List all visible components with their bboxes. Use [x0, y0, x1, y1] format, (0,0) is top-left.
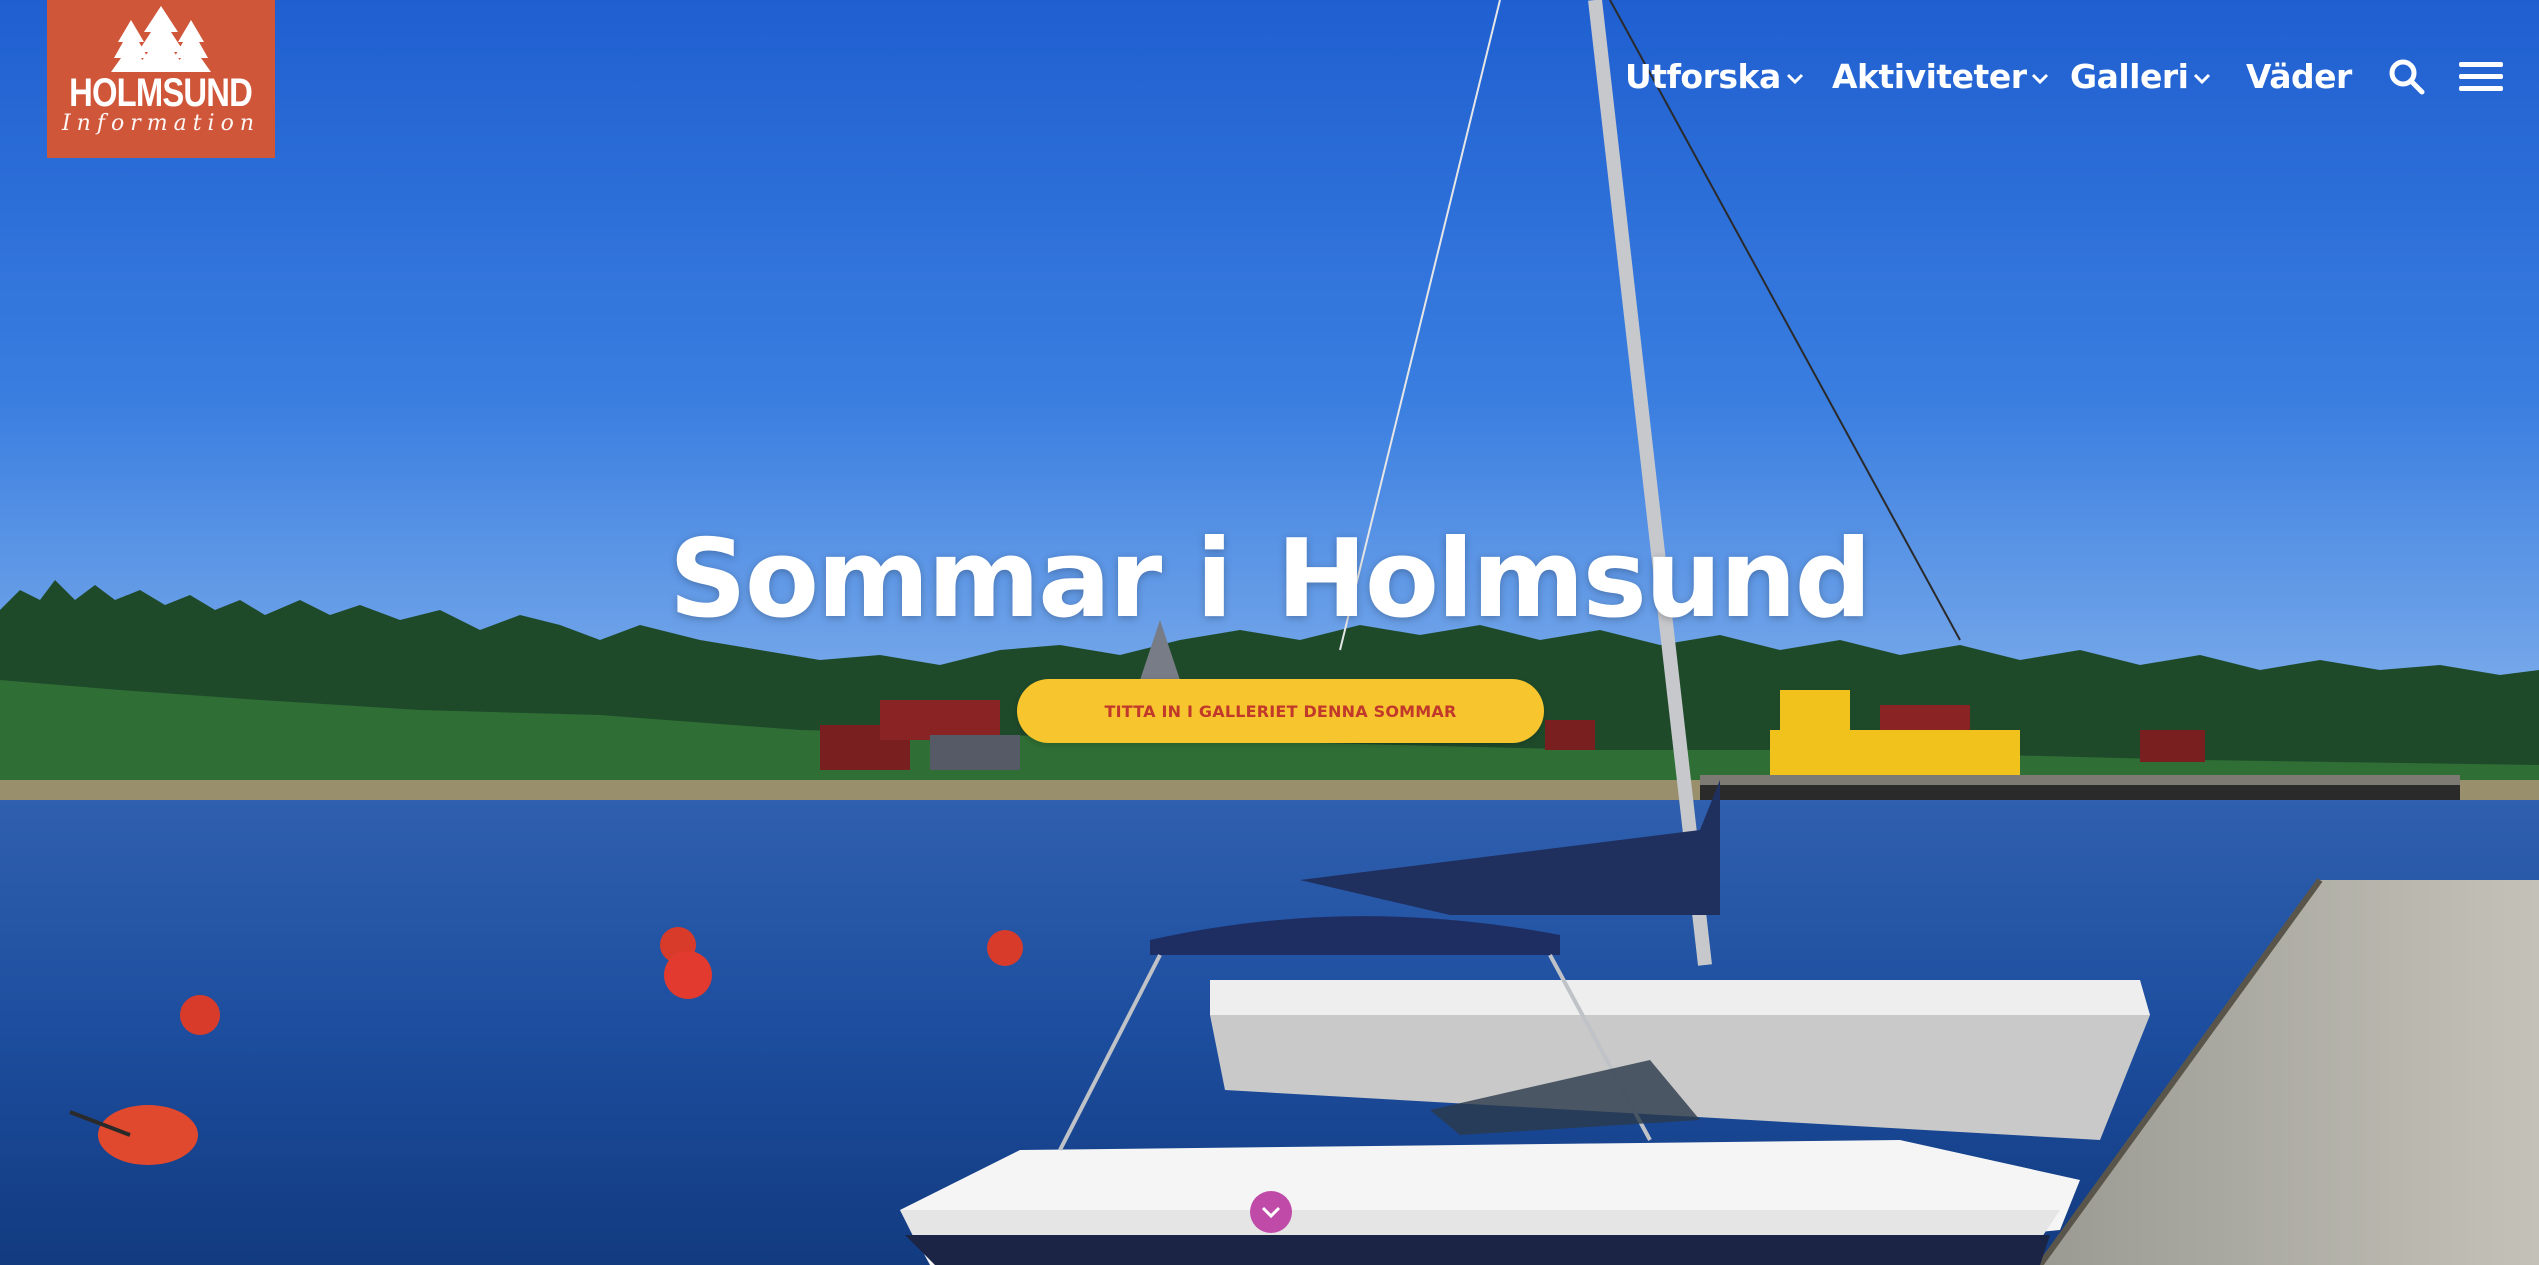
hero-title: Sommar i Holmsund: [0, 515, 2539, 645]
hero-section: HOLMSUND Information Utforska Aktivitete…: [0, 0, 2539, 1265]
nav-item-label: Utforska: [1625, 57, 1781, 96]
scroll-down-button[interactable]: [1250, 1191, 1292, 1233]
nav-item-label: Väder: [2246, 57, 2352, 96]
chevron-down-icon: [1786, 73, 1803, 85]
chevron-down-icon: [2194, 73, 2211, 85]
hamburger-menu-icon[interactable]: [2459, 58, 2503, 96]
chevron-down-icon: [1261, 1206, 1281, 1219]
nav-item-galleri[interactable]: Galleri: [2070, 52, 2212, 102]
hero-title-part1: Sommar i: [669, 517, 1233, 642]
nav-item-label: Galleri: [2070, 57, 2189, 96]
nav-item-vader[interactable]: Väder: [2246, 52, 2352, 102]
chevron-down-icon: [2032, 73, 2049, 85]
nav-item-aktiviteter[interactable]: Aktiviteter: [1832, 52, 2050, 102]
main-nav: Utforska Aktiviteter Galleri Väder: [0, 52, 2539, 102]
nav-item-label: Aktiviteter: [1832, 57, 2027, 96]
logo-tagline: Information: [61, 111, 261, 136]
gallery-cta-button[interactable]: TITTA IN I GALLERIET DENNA SOMMAR: [1017, 679, 1544, 743]
nav-item-utforska[interactable]: Utforska: [1625, 52, 1805, 102]
hero-title-part2: Holmsund: [1276, 517, 1872, 642]
search-icon[interactable]: [2388, 58, 2426, 96]
